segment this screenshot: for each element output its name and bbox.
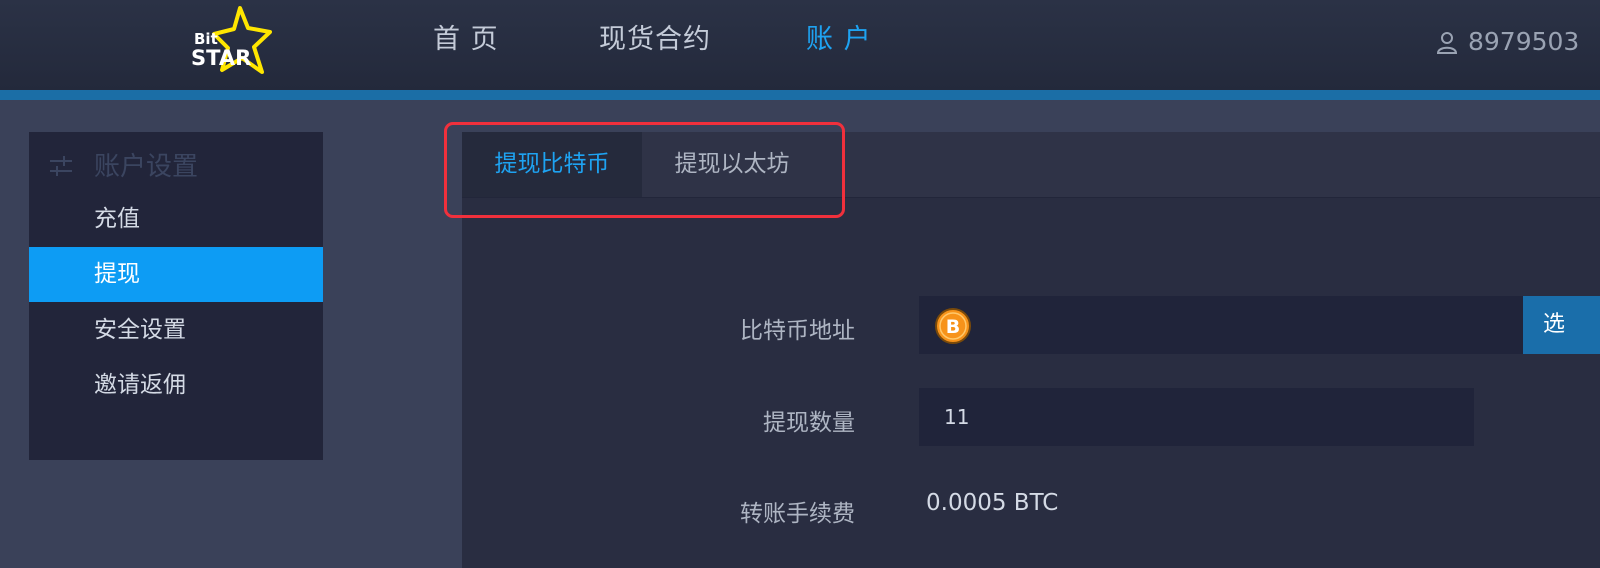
transfer-fee-label: 转账手续费 — [740, 501, 855, 527]
nav-account[interactable]: 账 户 — [806, 20, 872, 60]
tab-withdraw-eth[interactable]: 提现以太坊 — [642, 132, 822, 197]
top-header: Bit STAR 首 页 现货合约 账 户 8979503 — [0, 0, 1600, 90]
sidebar-heading-label: 账户设置 — [94, 152, 199, 182]
user-id: 8979503 — [1468, 27, 1580, 56]
withdraw-amount-input[interactable]: 11 — [919, 388, 1474, 446]
btc-address-input[interactable]: B — [919, 296, 1523, 354]
btc-address-label: 比特币地址 — [740, 318, 855, 344]
withdraw-amount-label: 提现数量 — [763, 410, 855, 436]
bitcoin-icon: B — [935, 308, 971, 344]
select-address-button[interactable]: 选 — [1523, 296, 1600, 354]
sidebar-item-withdraw[interactable]: 提现 — [29, 247, 323, 302]
user-icon — [1436, 32, 1458, 54]
sliders-icon — [50, 156, 72, 176]
tab-withdraw-btc[interactable]: 提现比特币 — [462, 132, 642, 197]
header-divider — [0, 90, 1600, 100]
nav-home[interactable]: 首 页 — [433, 20, 499, 60]
svg-text:B: B — [946, 316, 960, 338]
sidebar: 账户设置 充值 提现 安全设置 邀请返佣 — [29, 132, 323, 460]
sidebar-heading: 账户设置 — [29, 142, 323, 186]
sidebar-item-deposit[interactable]: 充值 — [29, 192, 323, 247]
logo-text-star: STAR — [191, 46, 252, 70]
tab-bar: 提现比特币 提现以太坊 — [462, 132, 1600, 198]
sidebar-item-security[interactable]: 安全设置 — [29, 303, 323, 358]
bitstar-logo[interactable]: Bit STAR — [188, 4, 278, 80]
sidebar-item-referral[interactable]: 邀请返佣 — [29, 358, 323, 413]
nav-spot-contract[interactable]: 现货合约 — [599, 20, 711, 60]
transfer-fee-value: 0.0005 BTC — [926, 490, 1059, 516]
